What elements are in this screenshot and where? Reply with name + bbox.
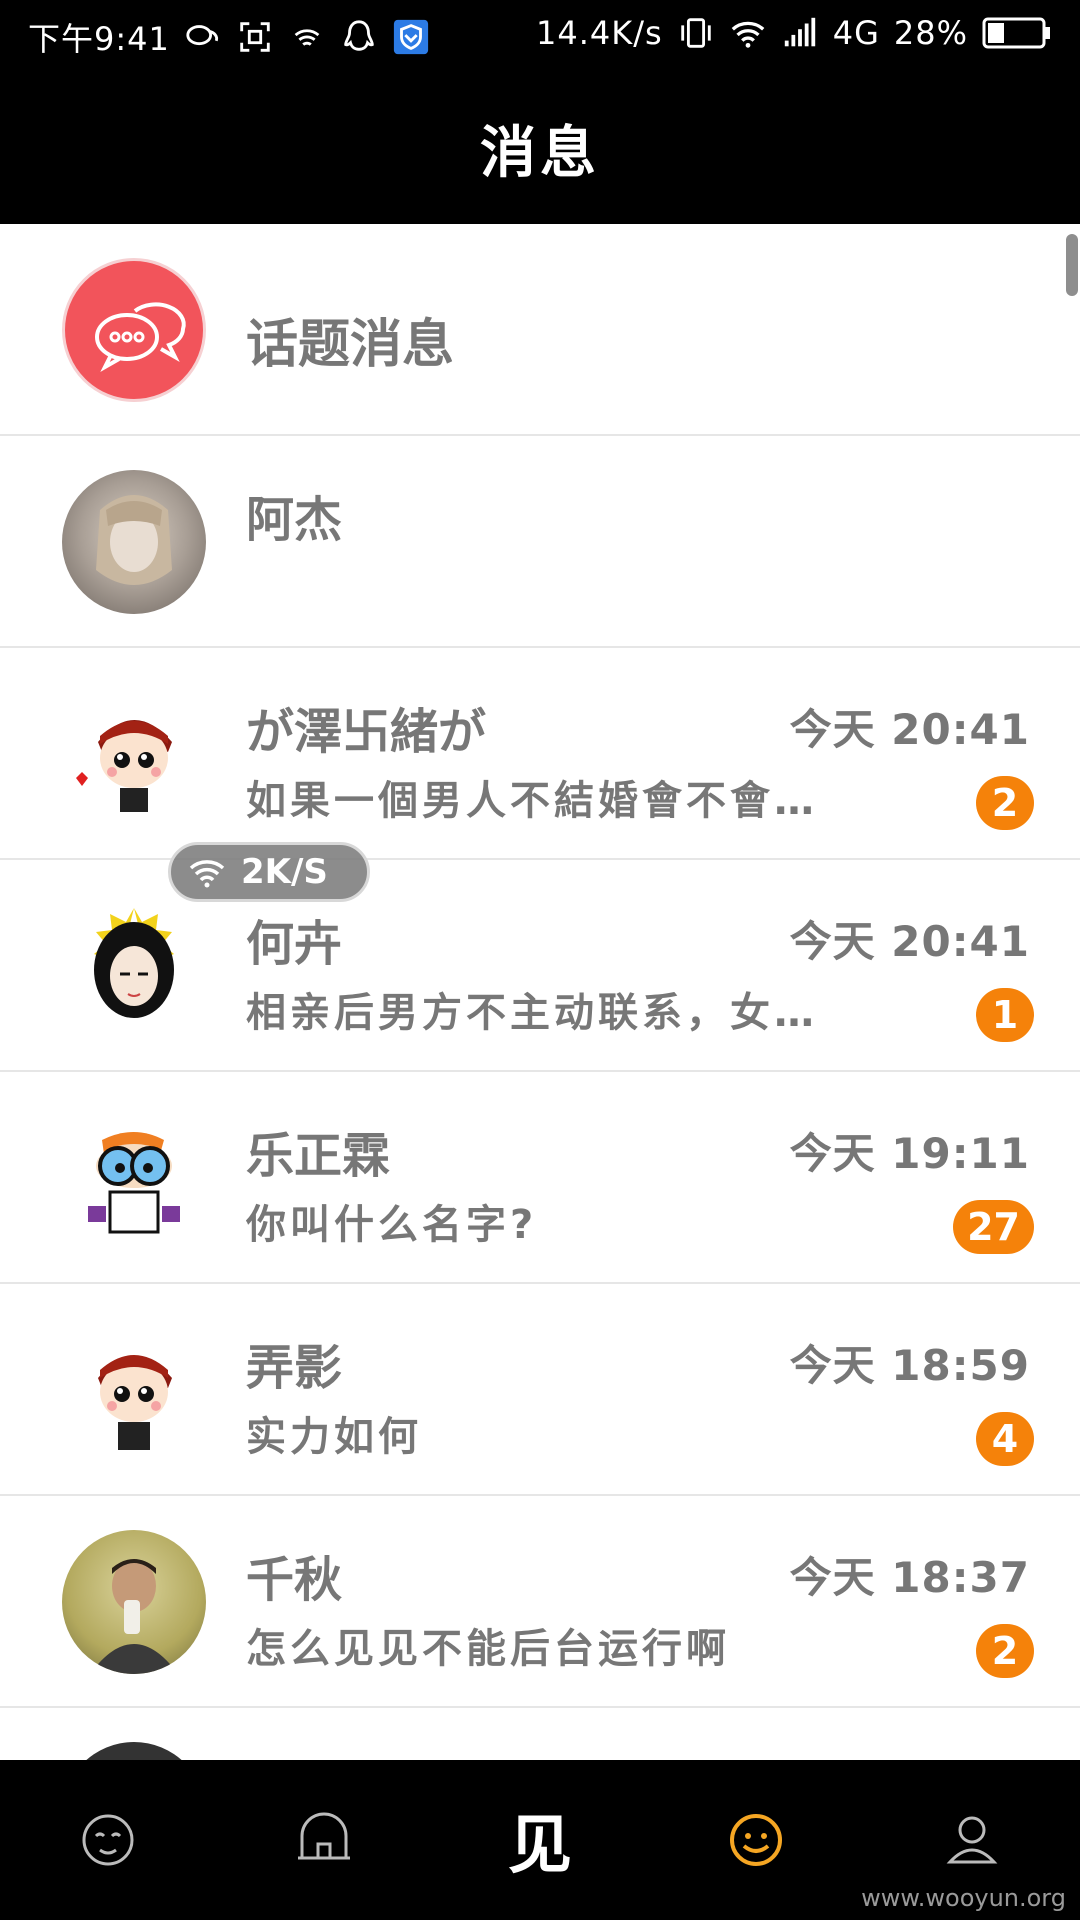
message-list[interactable]: 话题消息 阿杰 が澤卐緒が 今天 20:41 如果一個男人不結婚會不會… 2 何… — [0, 224, 1080, 1760]
wifi-small-icon — [294, 29, 320, 46]
unread-badge: 2 — [976, 1624, 1034, 1678]
avatar — [62, 682, 206, 826]
contact-name: 弄影 — [246, 1340, 343, 1396]
status-bar: 下午9:41 14.4K/s 4G 28% — [0, 0, 1080, 72]
contact-name: 何卉 — [246, 916, 343, 972]
message-preview: 你叫什么名字? — [246, 1202, 538, 1248]
nav-home[interactable] — [284, 1800, 364, 1880]
home-icon — [298, 1812, 350, 1860]
floating-speed-indicator[interactable]: 2K/S — [168, 842, 370, 902]
status-time: 下午9:41 — [28, 20, 170, 58]
speed-text: 2K/S — [241, 852, 328, 892]
qq-icon — [344, 20, 374, 51]
unread-badge: 1 — [976, 988, 1034, 1042]
unread-badge: 4 — [976, 1412, 1034, 1466]
message-icon — [186, 25, 218, 46]
conversation-row[interactable]: 千秋 今天 18:37 怎么见见不能后台运行啊 2 — [0, 1496, 1080, 1708]
nav-jian[interactable]: 见 — [500, 1800, 580, 1883]
watermark: www.wooyun.org — [861, 1884, 1066, 1912]
avatar — [62, 894, 206, 1038]
topic-messages-row[interactable]: 话题消息 — [0, 224, 1080, 436]
wifi-icon — [731, 21, 765, 48]
nav-profile[interactable] — [932, 1800, 1012, 1880]
conversation-row[interactable]: 乐正霖 今天 19:11 你叫什么名字? 27 — [0, 1072, 1080, 1284]
signal-icon — [784, 17, 815, 47]
message-preview: 怎么见见不能后台运行啊 — [246, 1626, 730, 1672]
unread-badge: 2 — [976, 776, 1034, 830]
message-preview: 实力如何 — [246, 1414, 422, 1460]
chat-bubbles-icon — [62, 258, 206, 402]
message-time: 今天 18:59 — [789, 1341, 1030, 1390]
battery-icon — [982, 17, 1050, 49]
shield-icon — [393, 19, 428, 55]
profile-icon — [946, 1816, 998, 1864]
wifi-icon — [189, 860, 225, 888]
message-time: 今天 19:11 — [789, 1129, 1030, 1178]
conversation-row[interactable]: 何卉 今天 20:41 相亲后男方不主动联系，女… 1 — [0, 860, 1080, 1072]
network-type: 4G — [832, 14, 880, 52]
nav-face[interactable] — [68, 1800, 148, 1880]
page-title: 消息 — [480, 119, 600, 186]
message-preview: 相亲后男方不主动联系，女… — [246, 990, 818, 1036]
battery-level: 28% — [893, 14, 968, 52]
nav-jian-label: 见 — [508, 1808, 572, 1883]
avatar — [62, 470, 206, 614]
nav-messages[interactable] — [716, 1800, 796, 1880]
conversation-row[interactable]: が澤卐緒が 今天 20:41 如果一個男人不結婚會不會… 2 — [0, 648, 1080, 860]
smile-face-icon — [730, 1814, 782, 1866]
vibrate-icon — [680, 18, 711, 48]
message-preview: 如果一個男人不結婚會不會… — [246, 778, 818, 824]
app-header: 消息 — [0, 72, 1080, 224]
face-icon — [82, 1814, 134, 1866]
avatar — [62, 1106, 206, 1250]
message-time: 今天 20:41 — [789, 705, 1030, 754]
contact-name: 乐正霖 — [246, 1128, 391, 1184]
unread-badge: 27 — [953, 1200, 1034, 1254]
message-time: 今天 18:37 — [789, 1553, 1030, 1602]
contact-name: が澤卐緒が — [246, 704, 487, 760]
topic-messages-label: 话题消息 — [246, 315, 455, 375]
message-time: 今天 20:41 — [789, 917, 1030, 966]
bottom-nav: 见 www.wooyun.org — [0, 1760, 1080, 1920]
avatar — [62, 1318, 206, 1462]
avatar — [62, 1530, 206, 1674]
conversation-row[interactable]: 阿杰 — [0, 436, 1080, 648]
avatar — [62, 1742, 206, 1760]
screenshot-icon — [240, 22, 270, 52]
net-speed: 14.4K/s — [536, 14, 663, 52]
contact-name: 千秋 — [246, 1552, 343, 1608]
conversation-row[interactable] — [0, 1708, 1080, 1760]
contact-name: 阿杰 — [246, 492, 343, 548]
conversation-row[interactable]: 弄影 今天 18:59 实力如何 4 — [0, 1284, 1080, 1496]
list-scrollbar[interactable] — [1066, 234, 1078, 296]
